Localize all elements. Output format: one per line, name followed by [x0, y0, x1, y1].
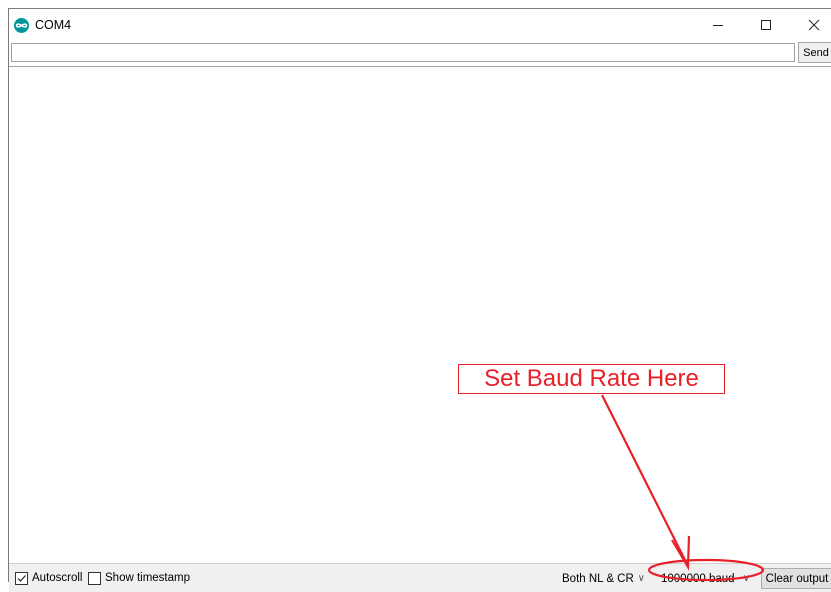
minimize-button[interactable]	[695, 9, 741, 41]
close-button[interactable]	[791, 9, 831, 41]
title-bar[interactable]: COM4	[9, 9, 831, 41]
baud-rate-value: 1000000 baud	[661, 572, 735, 585]
chevron-down-icon: ∨	[637, 573, 645, 584]
serial-input-field[interactable]	[11, 43, 795, 62]
baud-rate-dropdown[interactable]: 1000000 baud ∨	[656, 569, 754, 588]
line-ending-dropdown[interactable]: Both NL & CR ∨	[557, 569, 649, 588]
close-icon	[808, 19, 820, 31]
chevron-down-icon: ∨	[742, 573, 750, 584]
line-ending-value: Both NL & CR	[562, 572, 634, 585]
maximize-icon	[761, 20, 771, 30]
status-bar: Autoscroll Show timestamp Both NL & CR ∨…	[9, 563, 831, 592]
show-timestamp-label: Show timestamp	[105, 572, 191, 584]
arduino-infinity-icon	[14, 18, 29, 33]
serial-monitor-window: COM4 Send Autoscroll Show timestamp Both…	[8, 8, 831, 592]
send-button[interactable]: Send	[798, 42, 831, 63]
window-title: COM4	[35, 18, 72, 32]
checkmark-icon	[17, 575, 26, 582]
maximize-button[interactable]	[743, 9, 789, 41]
annotation-callout: Set Baud Rate Here	[458, 364, 725, 394]
autoscroll-label: Autoscroll	[32, 572, 83, 584]
serial-output-area[interactable]	[9, 66, 831, 564]
autoscroll-checkbox[interactable]	[15, 572, 28, 585]
minimize-icon	[713, 25, 723, 26]
show-timestamp-checkbox[interactable]	[88, 572, 101, 585]
send-row: Send	[9, 42, 831, 64]
clear-output-button[interactable]: Clear output	[761, 568, 831, 589]
